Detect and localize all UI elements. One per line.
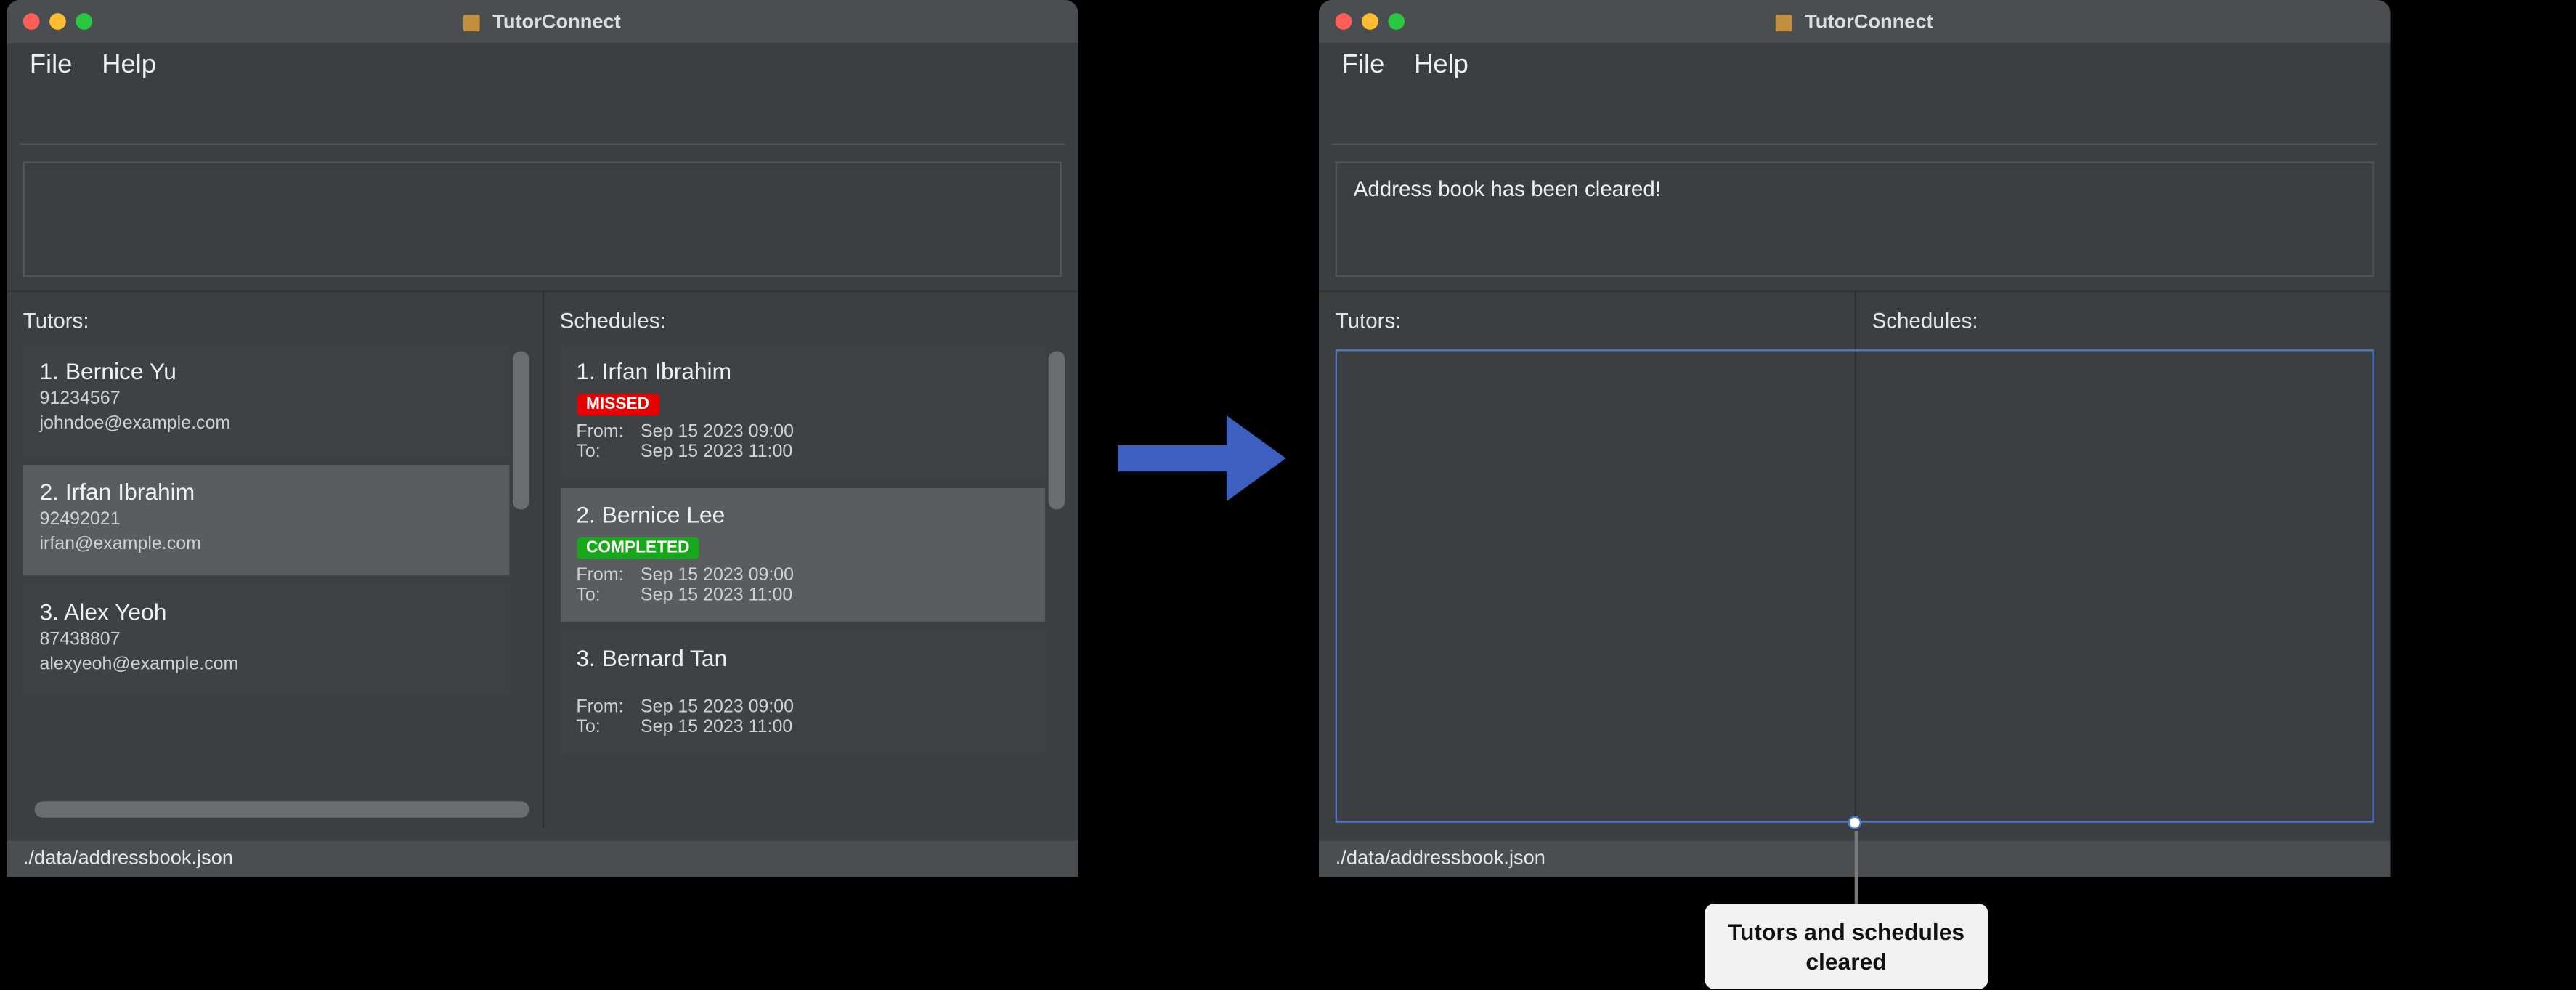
status-path: ./data/addressbook.json xyxy=(23,846,233,869)
menu-help[interactable]: Help xyxy=(1414,51,1468,81)
titlebar[interactable]: TutorConnect xyxy=(7,0,1078,43)
scrollbar-vertical[interactable] xyxy=(1049,352,1065,510)
status-path: ./data/addressbook.json xyxy=(1336,846,1545,869)
command-output[interactable] xyxy=(23,161,1062,277)
tutor-name: 3. Alex Yeoh xyxy=(39,598,492,624)
callout-label: Tutors and schedulescleared xyxy=(1705,904,1988,990)
status-badge: MISSED xyxy=(576,394,659,416)
app-icon xyxy=(1776,15,1793,31)
callout-connector xyxy=(1855,831,1857,906)
schedules-list[interactable]: 1. Irfan Ibrahim MISSED From: Sep 15 2023 … xyxy=(553,338,1068,818)
toolbar-separator xyxy=(1332,89,2377,145)
schedule-card[interactable]: 1. Irfan Ibrahim MISSED From: Sep 15 2023 … xyxy=(560,344,1046,478)
tutor-card[interactable]: 1. Bernice Yu 91234567johndoe@example.com xyxy=(23,344,509,455)
arrow-icon xyxy=(1118,409,1299,508)
tutors-list[interactable]: 1. Bernice Yu 91234567johndoe@example.com… xyxy=(17,338,532,818)
menu-help[interactable]: Help xyxy=(102,51,156,81)
tutor-name: 1. Bernice Yu xyxy=(39,358,492,384)
schedules-panel: Schedules: 1. Irfan Ibrahim MISSED From: S… xyxy=(543,292,1078,828)
schedule-to: To: Sep 15 2023 11:00 xyxy=(576,442,1028,461)
menu-file[interactable]: File xyxy=(1342,51,1385,81)
titlebar[interactable]: TutorConnect xyxy=(1319,0,2391,43)
tutor-phone: 87438807 xyxy=(39,628,492,653)
scrollbar-horizontal[interactable] xyxy=(34,801,529,818)
schedule-from: From: Sep 15 2023 09:00 xyxy=(576,697,1028,717)
schedule-name: 1. Irfan Ibrahim xyxy=(576,358,1028,384)
statusbar: ./data/addressbook.json xyxy=(7,841,1078,877)
schedules-panel: Schedules: xyxy=(1856,292,2391,828)
tutor-email: johndoe@example.com xyxy=(39,413,492,438)
app-window-after: TutorConnect File Help Address book has … xyxy=(1319,0,2391,877)
menubar: File Help xyxy=(1319,43,2391,89)
schedule-card[interactable]: 2. Bernice Lee COMPLETED From: Sep 15 2023… xyxy=(560,488,1046,622)
app-icon xyxy=(464,15,481,31)
schedule-card[interactable]: 3. Bernard Tan From: Sep 15 2023 09:00To:… xyxy=(560,631,1046,753)
tutors-list-empty[interactable] xyxy=(1329,338,1844,818)
schedule-to: To: Sep 15 2023 11:00 xyxy=(576,717,1028,737)
tutor-name: 2. Irfan Ibrahim xyxy=(39,478,492,504)
tutors-header: Tutors: xyxy=(1319,301,1854,343)
command-output[interactable]: Address book has been cleared! xyxy=(1336,161,2374,277)
content-panels: Tutors: 1. Bernice Yu 91234567johndoe@exa… xyxy=(7,291,1078,828)
content-panels: Tutors: Schedules: xyxy=(1319,291,2391,828)
scrollbar-vertical[interactable] xyxy=(512,352,529,510)
tutors-panel: Tutors: xyxy=(1319,292,1856,828)
schedule-from: From: Sep 15 2023 09:00 xyxy=(576,566,1028,585)
window-title-text: TutorConnect xyxy=(1805,10,1933,33)
window-title-text: TutorConnect xyxy=(492,10,621,33)
window-title: TutorConnect xyxy=(1319,10,2391,33)
annotation-handle xyxy=(1848,816,1861,829)
tutor-phone: 91234567 xyxy=(39,387,492,413)
menubar: File Help xyxy=(7,43,1078,89)
tutor-phone: 92492021 xyxy=(39,508,492,533)
tutor-card[interactable]: 2. Irfan Ibrahim 92492021irfan@example.co… xyxy=(23,465,509,575)
schedule-from: From: Sep 15 2023 09:00 xyxy=(576,422,1028,442)
window-title: TutorConnect xyxy=(7,10,1078,33)
tutor-card[interactable]: 3. Alex Yeoh 87438807alexyeoh@example.com xyxy=(23,585,509,695)
schedule-name: 2. Bernice Lee xyxy=(576,501,1028,527)
schedules-header: Schedules: xyxy=(543,301,1078,343)
schedules-list-empty[interactable] xyxy=(1866,338,2381,818)
schedule-name: 3. Bernard Tan xyxy=(576,645,1028,671)
tutor-email: irfan@example.com xyxy=(39,533,492,559)
tutors-header: Tutors: xyxy=(7,301,542,343)
app-window-before: TutorConnect File Help Tutors: 1. Bernic… xyxy=(7,0,1078,877)
schedules-header: Schedules: xyxy=(1856,301,2391,343)
tutor-email: alexyeoh@example.com xyxy=(39,653,492,678)
status-badge: COMPLETED xyxy=(576,537,699,559)
tutors-panel: Tutors: 1. Bernice Yu 91234567johndoe@exa… xyxy=(7,292,543,828)
menu-file[interactable]: File xyxy=(30,51,73,81)
toolbar-separator xyxy=(20,89,1065,145)
schedule-to: To: Sep 15 2023 11:00 xyxy=(576,585,1028,605)
